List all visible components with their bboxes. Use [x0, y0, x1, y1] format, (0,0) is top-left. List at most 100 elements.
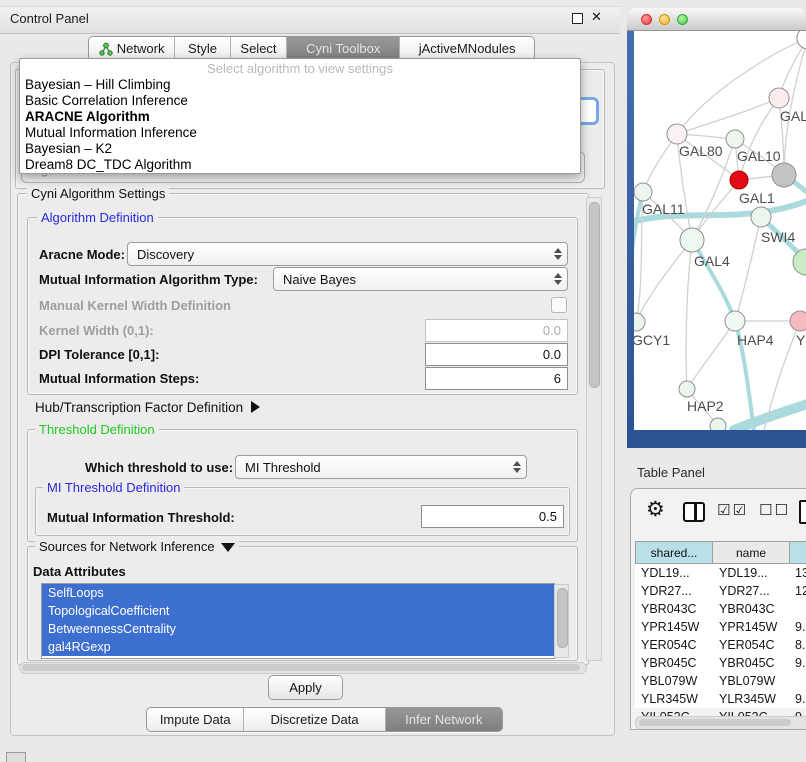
manual-kernel-checkbox[interactable] [551, 297, 567, 313]
document-icon[interactable] [799, 500, 806, 524]
deselect-all-checkboxes-icon[interactable]: ☐☐ [759, 501, 790, 519]
table-cell[interactable]: 8. [795, 638, 805, 652]
table-cell[interactable]: YBL079W [719, 674, 775, 688]
tab-select[interactable]: Select [231, 37, 288, 60]
table-cell[interactable]: YBL079W [641, 674, 697, 688]
collapsed-arrow-icon [251, 401, 260, 413]
tab-style[interactable]: Style [175, 37, 231, 60]
mi-threshold-group-title: MI Threshold Definition [43, 480, 184, 495]
table-cell[interactable]: YPR145W [719, 620, 777, 634]
table-cell[interactable]: YPR145W [641, 620, 699, 634]
tab-cyni-toolbox[interactable]: Cyni Toolbox [287, 37, 400, 60]
mi-steps-field[interactable] [425, 367, 568, 390]
popup-item[interactable]: Dream8 DC_TDC Algorithm [20, 157, 580, 173]
table-horizontal-scrollbar-thumb[interactable] [639, 719, 791, 726]
tab-infer-network[interactable]: Infer Network [386, 708, 502, 731]
tab-cyni-toolbox-label: Cyni Toolbox [306, 41, 380, 56]
table-cell[interactable]: YER054C [719, 638, 775, 652]
apply-button[interactable]: Apply [268, 675, 343, 700]
node [769, 88, 789, 108]
tab-network-label: Network [117, 41, 165, 56]
list-item[interactable]: gal4RGexp [42, 638, 554, 656]
tab-jactivemnodules[interactable]: jActiveMNodules [400, 37, 534, 60]
table-cell[interactable]: YDR27... [719, 584, 770, 598]
list-item[interactable]: SelfLoops [42, 584, 554, 602]
table-cell[interactable]: YER054C [641, 638, 697, 652]
node [790, 311, 806, 331]
list-vertical-scrollbar[interactable] [554, 584, 569, 658]
popup-item[interactable]: Basic Correlation Inference [20, 93, 580, 109]
list-item[interactable]: BetweennessCentrality [42, 620, 554, 638]
table-cell[interactable]: 9. [795, 656, 805, 670]
table-cell[interactable]: 9. [795, 620, 805, 634]
network-window-titlebar[interactable] [627, 8, 806, 31]
tab-impute-data[interactable]: Impute Data [147, 708, 244, 731]
edge [734, 401, 806, 430]
dpi-tolerance-field[interactable] [425, 343, 568, 366]
table-cell[interactable]: 9. [795, 692, 805, 706]
table-horizontal-scrollbar[interactable] [635, 716, 806, 730]
popup-item[interactable]: Bayesian – Hill Climbing [20, 77, 580, 93]
list-vertical-scrollbar-thumb[interactable] [557, 588, 568, 648]
node-gal4 [680, 228, 704, 252]
close-icon[interactable]: ✕ [591, 9, 602, 25]
spinner-arrows-icon [513, 456, 521, 478]
data-attributes-list[interactable]: SelfLoops TopologicalCoefficient Between… [41, 583, 555, 659]
gear-icon[interactable]: ⚙ [646, 497, 665, 522]
kernel-width-field[interactable] [425, 319, 568, 342]
table-cell[interactable]: YBR043C [719, 602, 775, 616]
node-label: GAL11 [642, 201, 685, 217]
mi-steps-label: Mutual Information Steps: [39, 371, 199, 386]
table-cell[interactable]: YBR045C [641, 656, 697, 670]
mi-type-combobox[interactable]: Naive Bayes [273, 267, 568, 291]
popup-item-selected[interactable]: ARACNE Algorithm [20, 109, 580, 125]
tab-discretize-data-label: Discretize Data [270, 712, 358, 727]
table-cell[interactable]: YBR045C [719, 656, 775, 670]
table-cell[interactable]: 13 [795, 566, 806, 580]
cyni-algorithm-settings-title: Cyni Algorithm Settings [27, 186, 169, 201]
minimize-traffic-light-icon[interactable] [659, 14, 670, 25]
zoom-traffic-light-icon[interactable] [677, 14, 688, 25]
column-header-shared[interactable]: shared... [635, 541, 713, 564]
column-header-name[interactable]: name [712, 541, 790, 564]
mi-threshold-label: Mutual Information Threshold: [47, 510, 235, 525]
aracne-mode-combobox[interactable]: Discovery [127, 242, 568, 266]
settings-horizontal-scrollbar[interactable] [19, 662, 587, 674]
settings-vertical-scrollbar-thumb[interactable] [589, 202, 600, 388]
hub-definition-toggle[interactable]: Hub/Transcription Factor Definition [35, 400, 260, 415]
table-cell[interactable]: 12 [795, 584, 806, 598]
settings-vertical-scrollbar[interactable] [586, 197, 602, 661]
column-header-clipped[interactable]: A [789, 541, 806, 564]
tab-discretize-data[interactable]: Discretize Data [244, 708, 385, 731]
popup-item[interactable]: Bayesian – K2 [20, 141, 580, 157]
close-traffic-light-icon[interactable] [641, 14, 652, 25]
table-cell[interactable]: YDL19... [641, 566, 690, 580]
table-cell[interactable]: YLR345W [719, 692, 776, 706]
table-cell[interactable]: YDL19... [719, 566, 768, 580]
table-cell[interactable]: YLR345W [641, 692, 698, 706]
network-canvas[interactable]: GAL GAL80 GAL10 GAL1 GAL11 SWI4 GAL4 GCY… [634, 31, 806, 430]
mi-threshold-field[interactable] [421, 505, 564, 528]
aracne-mode-label: Aracne Mode: [39, 247, 125, 262]
float-window-icon[interactable] [572, 13, 583, 24]
table-cell[interactable]: YDR27... [641, 584, 692, 598]
corner-widget-icon[interactable] [6, 752, 26, 762]
node [797, 31, 806, 49]
column-header-shared-label: shared... [651, 546, 698, 560]
select-all-checkboxes-icon[interactable]: ☑☑ [717, 501, 748, 519]
list-item[interactable]: TopologicalCoefficient [42, 602, 554, 620]
tab-infer-network-label: Infer Network [405, 712, 482, 727]
popup-item[interactable]: Mutual Information Inference [20, 125, 580, 141]
sources-group-title[interactable]: Sources for Network Inference [35, 539, 239, 554]
settings-horizontal-scrollbar-thumb[interactable] [22, 664, 580, 671]
node-label: GCY1 [634, 332, 670, 348]
node-label: HAP4 [737, 332, 774, 348]
table-cell[interactable]: YBR043C [641, 602, 697, 616]
algorithm-popup: Select algorithm to view settings Bayesi… [19, 58, 581, 174]
tab-network[interactable]: Network [89, 37, 175, 60]
split-columns-icon[interactable] [683, 502, 705, 522]
data-attributes-label: Data Attributes [33, 564, 126, 579]
table-panel-title: Table Panel [637, 465, 705, 480]
edge [686, 240, 692, 389]
which-threshold-combobox[interactable]: MI Threshold [235, 455, 527, 479]
